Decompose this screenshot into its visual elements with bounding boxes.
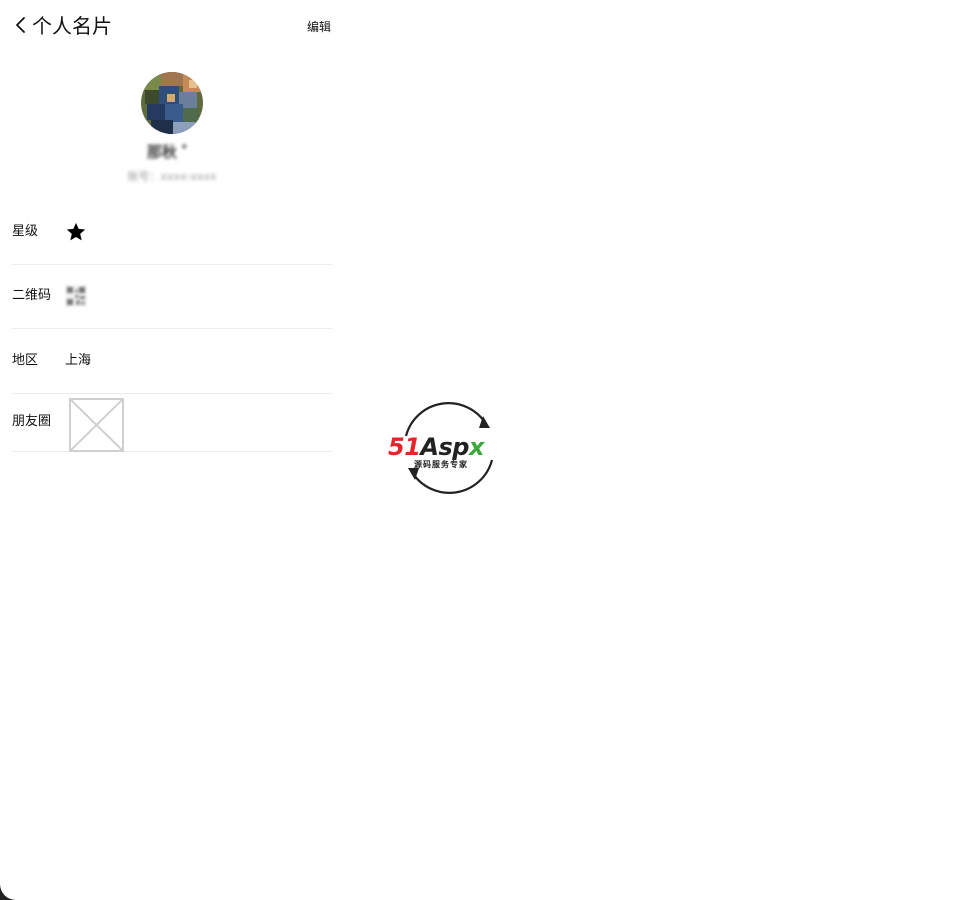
brand-dark-part-2: p xyxy=(452,433,469,461)
back-button[interactable] xyxy=(14,14,26,36)
region-value: 上海 xyxy=(65,352,92,368)
window-corner xyxy=(0,884,16,900)
edit-button[interactable]: 编辑 xyxy=(307,19,331,35)
moments-thumbnail[interactable] xyxy=(69,397,124,452)
qr-code-icon xyxy=(65,285,87,308)
brand-red-part: 51 xyxy=(388,433,421,461)
brand-dark-part: As xyxy=(420,433,453,461)
list-item-region[interactable]: 地区 上海 xyxy=(12,329,332,394)
top-bar: 个人名片 编辑 xyxy=(0,0,344,54)
row-label: 地区 xyxy=(12,352,39,368)
image-placeholder-icon xyxy=(71,399,122,450)
info-list: 星级 二维码 地区 上海 朋友圈 xyxy=(12,200,332,452)
brand-green-part: x xyxy=(468,433,484,461)
account-id: 账号：xxxx-xxxx xyxy=(127,170,217,183)
watermark-tagline: 源码服务专家 xyxy=(414,460,468,469)
nickname: 那秋 ゜ xyxy=(146,143,198,161)
row-label: 星级 xyxy=(12,223,39,239)
row-label: 朋友圈 xyxy=(12,414,52,429)
star-icon xyxy=(66,222,86,241)
watermark-brand: 51Aspx xyxy=(388,434,484,460)
star-rating xyxy=(65,221,87,243)
page-title: 个人名片 xyxy=(32,14,112,38)
row-label: 二维码 xyxy=(12,288,52,304)
watermark-logo: 51Aspx 源码服务专家 xyxy=(386,402,512,494)
list-item-star-level[interactable]: 星级 xyxy=(12,200,332,265)
qr-code xyxy=(65,285,87,308)
list-item-qr-code[interactable]: 二维码 xyxy=(12,265,332,329)
avatar-image xyxy=(141,72,203,134)
chevron-left-icon xyxy=(16,17,25,33)
list-item-moments[interactable]: 朋友圈 xyxy=(12,394,332,452)
avatar[interactable] xyxy=(141,72,203,134)
profile-card-panel: 个人名片 编辑 那秋 ゜ 账号：xxxx-xxxx 星级 二维码 地区 上海 朋… xyxy=(0,0,344,900)
